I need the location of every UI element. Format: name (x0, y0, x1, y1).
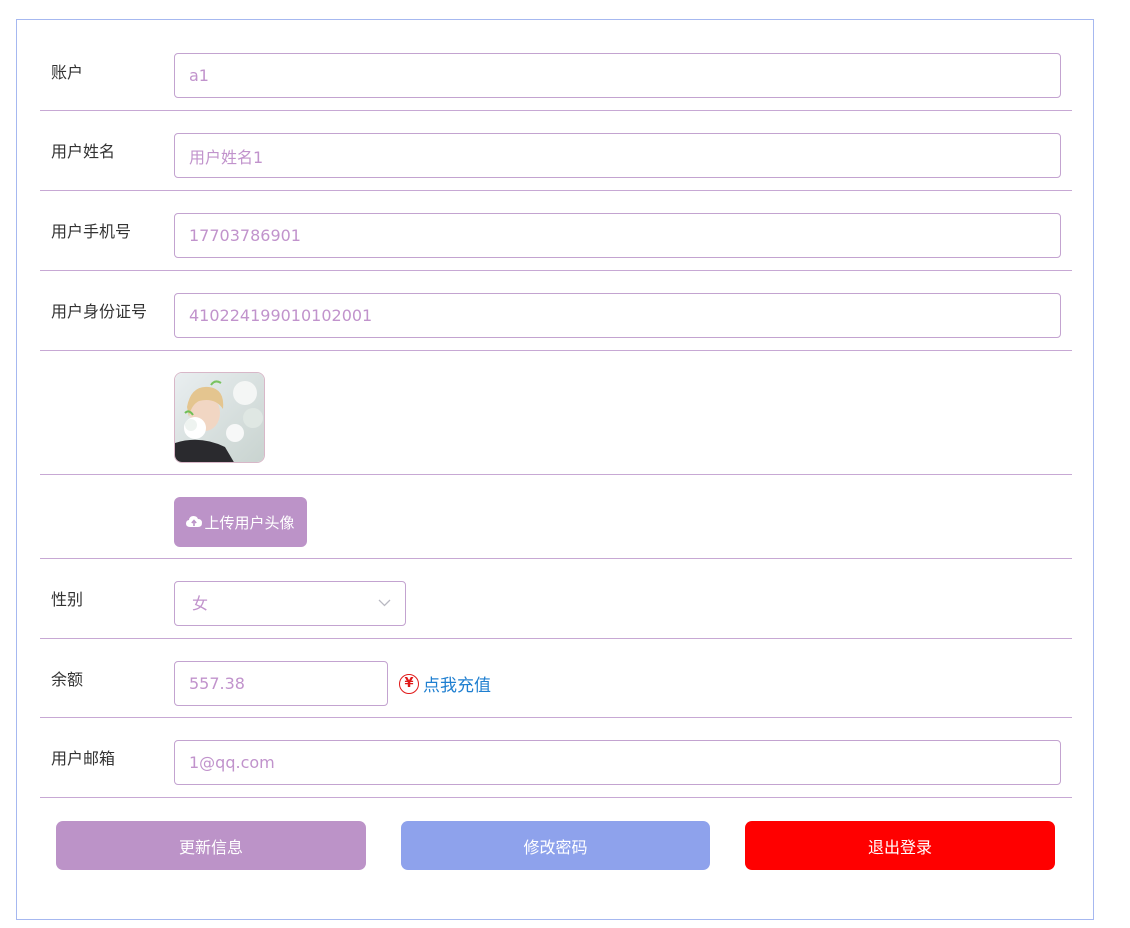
recharge-label: 点我充值 (423, 676, 491, 696)
upload-avatar-button[interactable]: 上传用户头像 (174, 497, 307, 547)
phone-input[interactable] (174, 213, 1061, 258)
name-row: 用户姓名 (40, 111, 1072, 191)
logout-label: 退出登录 (867, 837, 932, 857)
change-password-label: 修改密码 (523, 837, 588, 857)
phone-row: 用户手机号 (40, 191, 1072, 271)
gender-select[interactable]: 女 (174, 581, 406, 626)
logout-button[interactable]: 退出登录 (745, 821, 1055, 870)
avatar (174, 372, 265, 463)
id-card-label: 用户身份证号 (51, 302, 148, 321)
avatar-row (40, 351, 1072, 475)
update-info-button[interactable]: 更新信息 (56, 821, 366, 870)
account-row: 账户 (40, 20, 1072, 111)
account-input[interactable] (174, 53, 1061, 98)
id-card-input[interactable] (174, 293, 1061, 338)
gender-row: 性别 女 (40, 559, 1072, 639)
profile-card: 账户 用户姓名 用户手机号 用户身份证号 (16, 19, 1094, 920)
email-row: 用户邮箱 (40, 718, 1072, 798)
upload-row: 上传用户头像 (40, 475, 1072, 559)
balance-input[interactable] (174, 661, 388, 706)
upload-avatar-label: 上传用户头像 (204, 513, 295, 532)
recharge-link[interactable]: ¥ 点我充值 (399, 671, 491, 696)
yen-icon: ¥ (399, 673, 419, 694)
email-label: 用户邮箱 (51, 749, 116, 768)
name-input[interactable] (174, 133, 1061, 178)
name-label: 用户姓名 (51, 142, 116, 161)
gender-label: 性别 (51, 590, 84, 609)
account-label: 账户 (51, 63, 84, 82)
id-card-row: 用户身份证号 (40, 271, 1072, 351)
gender-value: 女 (192, 594, 209, 613)
change-password-button[interactable]: 修改密码 (401, 821, 710, 870)
avatar-image (175, 373, 264, 462)
balance-label: 余额 (51, 670, 84, 689)
chevron-down-icon (378, 599, 391, 607)
cloud-upload-icon (186, 516, 203, 527)
email-input[interactable] (174, 740, 1061, 785)
phone-label: 用户手机号 (51, 222, 132, 241)
update-info-label: 更新信息 (178, 837, 243, 857)
balance-row: 余额 ¥ 点我充值 (40, 639, 1072, 718)
